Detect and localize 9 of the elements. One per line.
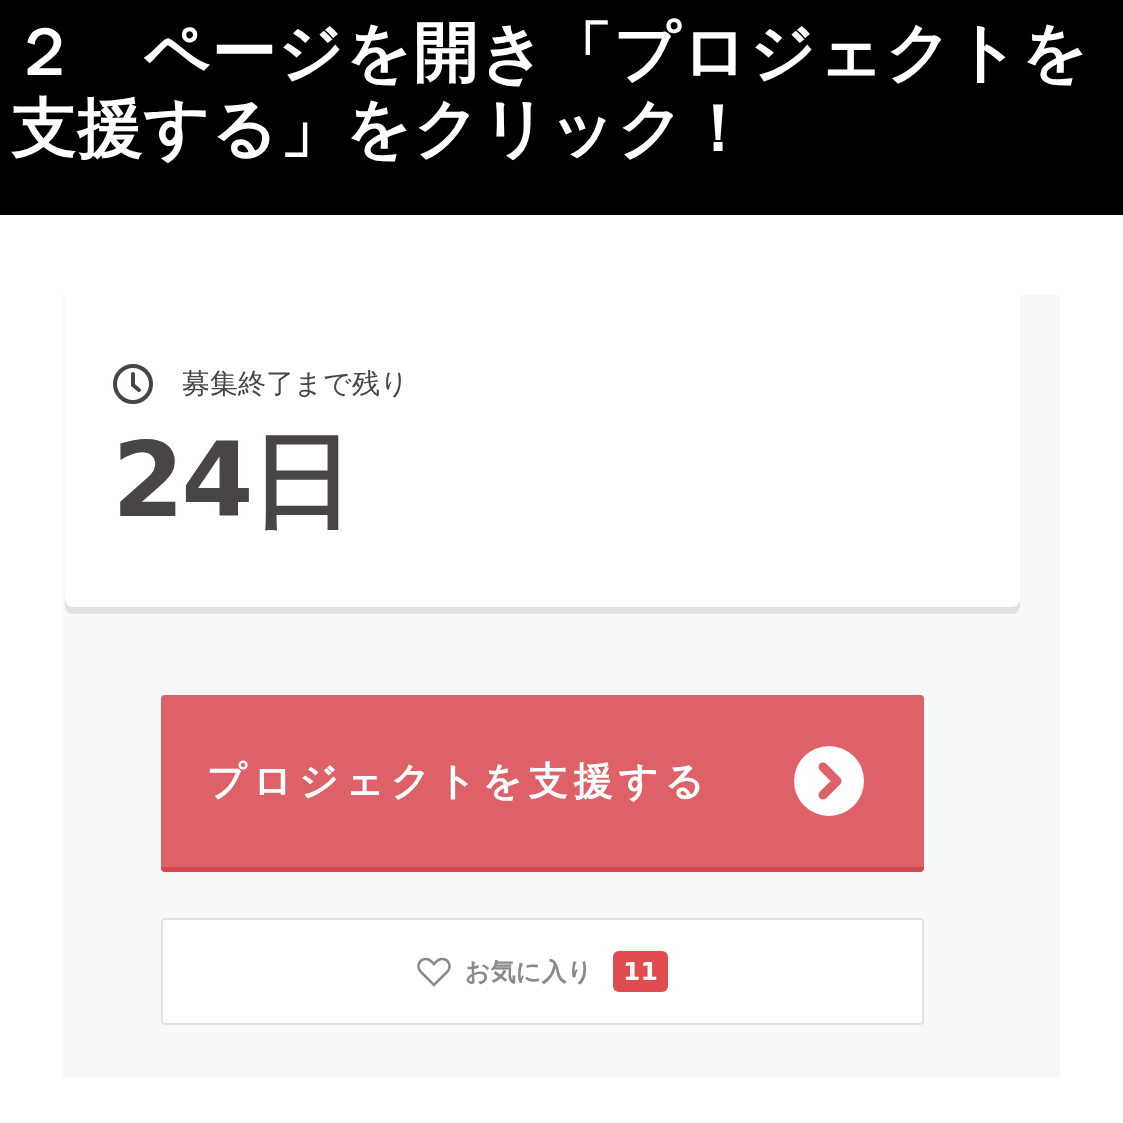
caption-text: ２ ページを開き「プロジェクトを支援する」をクリック！ xyxy=(12,14,1091,166)
favorite-count: 11 xyxy=(613,951,668,992)
favorite-button[interactable]: お気に入り 11 xyxy=(161,918,924,1025)
chevron-circle-icon xyxy=(794,746,864,816)
clock-icon xyxy=(112,363,154,405)
support-button[interactable]: プロジェクトを支援する xyxy=(161,695,924,872)
remaining-days: 24日 xyxy=(112,423,352,538)
remaining-label: 募集終了まで残り xyxy=(182,366,409,402)
heart-icon xyxy=(417,956,452,987)
